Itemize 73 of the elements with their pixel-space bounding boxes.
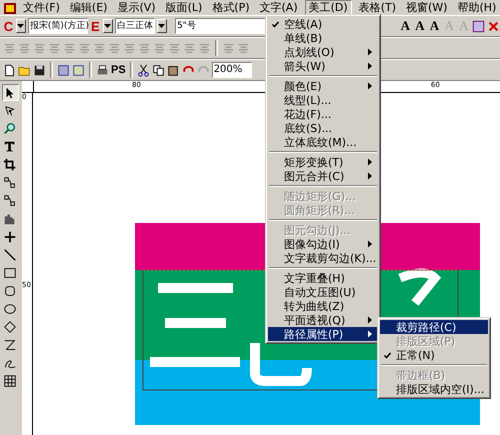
zoom-field[interactable]: 200% <box>212 62 252 78</box>
ellipse-icon <box>3 302 17 316</box>
menu-bar-item[interactable]: 帮助(H) <box>454 0 500 15</box>
zoom-icon <box>3 122 17 136</box>
menu-bar-item[interactable]: 文件(F) <box>20 0 63 15</box>
menu-bar-item[interactable]: 编辑(E) <box>66 0 110 15</box>
rectangle-icon <box>3 266 17 280</box>
caret-icon <box>104 24 112 28</box>
english-font-label: E <box>90 18 101 34</box>
node-tool-icon <box>3 104 17 118</box>
dropdown-button[interactable] <box>16 19 26 33</box>
chart-icon <box>3 212 17 226</box>
tool-button[interactable] <box>2 84 18 101</box>
pen-icon <box>3 338 17 352</box>
menu-item[interactable]: 路径属性(P) <box>268 327 378 341</box>
menu-item[interactable]: 图像勾边(I) <box>268 237 378 251</box>
paste-icon[interactable] <box>166 64 180 76</box>
app-icon <box>3 1 17 15</box>
new-file-icon[interactable] <box>3 64 16 76</box>
connector-icon <box>3 194 17 208</box>
close-icon[interactable] <box>487 20 500 32</box>
menu-bar-item[interactable]: 表格(T) <box>356 0 399 15</box>
connector-icon <box>3 176 17 190</box>
menu-item[interactable]: 颜色(E) <box>268 79 378 93</box>
text-effect-button[interactable]: A <box>414 18 426 34</box>
menu-item[interactable]: 空线(A) <box>268 17 378 31</box>
menu-item[interactable]: 文字重叠(H) <box>268 271 378 285</box>
menu-item[interactable]: 裁剪路径(C) <box>380 320 488 334</box>
menu-item[interactable]: 转为曲线(Z) <box>268 299 378 313</box>
menu-item[interactable]: 矩形变换(T) <box>268 155 378 169</box>
menu-item[interactable]: 排版区域内空(I)... <box>380 382 488 396</box>
caret-icon <box>158 24 166 28</box>
postscript-button[interactable]: PS <box>111 64 126 76</box>
copy-icon[interactable] <box>152 64 165 76</box>
menu-item[interactable]: 底纹(S)... <box>268 121 378 135</box>
menu-item[interactable]: 花边(F)... <box>268 107 378 121</box>
chinese-font-field[interactable]: 报宋(简)(方正) <box>28 18 88 34</box>
menu-bar-item[interactable]: 版面(L) <box>162 0 206 15</box>
menu-bar-item[interactable]: 显示(V) <box>114 0 159 15</box>
table-icon <box>3 374 17 388</box>
menu-item[interactable]: 线型(L)... <box>268 93 378 107</box>
caret-icon <box>17 24 24 28</box>
menu-item[interactable]: 立体底纹(M)... <box>268 135 378 149</box>
menu-item[interactable]: 图元合并(C) <box>268 169 378 183</box>
menu-item[interactable]: 点划线(O) <box>268 45 378 59</box>
save-icon[interactable] <box>33 64 46 76</box>
frame-icon[interactable] <box>472 20 485 32</box>
line-icon <box>3 248 17 262</box>
menu-item[interactable]: 自动文压图(U) <box>268 285 378 299</box>
english-font-field[interactable]: 白三正体 <box>114 18 155 34</box>
menu-item[interactable]: 单线(B) <box>268 31 378 45</box>
menu-bar-item[interactable]: 文字(A) <box>256 0 301 15</box>
crop-icon <box>3 158 17 172</box>
text-effect-button[interactable]: A <box>398 18 412 34</box>
text-tool-icon <box>3 140 17 154</box>
print-icon[interactable] <box>96 64 109 76</box>
menu-bar-item[interactable]: 格式(P) <box>209 0 253 15</box>
page-icon[interactable] <box>57 64 70 76</box>
plus-icon <box>3 230 17 244</box>
text-effect-button[interactable]: A <box>428 18 441 34</box>
rounded-rectangle-icon <box>3 284 17 298</box>
dropdown-button[interactable] <box>156 19 167 33</box>
menu-item[interactable]: 正常(N) <box>380 348 488 362</box>
menu-bar-item[interactable]: 视窗(W) <box>403 0 450 15</box>
diamond-icon <box>3 320 17 334</box>
menu-item[interactable]: 箭头(W) <box>268 59 378 73</box>
image-icon[interactable] <box>72 64 85 76</box>
tool-button[interactable] <box>2 156 18 173</box>
chinese-font-label: C <box>3 18 14 34</box>
menu-item[interactable]: 文字裁剪勾边(K)... <box>268 251 378 265</box>
menu-item[interactable]: 平面透视(Q) <box>268 313 378 327</box>
dropdown-button[interactable] <box>102 19 113 33</box>
scissors-icon[interactable] <box>136 64 150 76</box>
